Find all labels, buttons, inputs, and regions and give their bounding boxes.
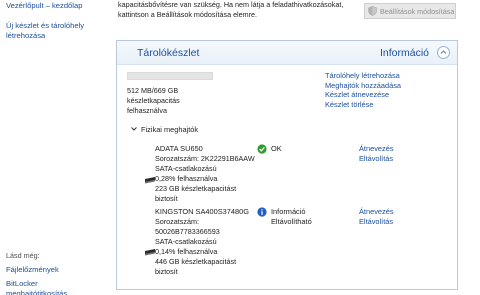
- info-icon: [257, 207, 267, 217]
- rename-pool-link[interactable]: Készlet átnevezése: [325, 90, 401, 100]
- chevron-down-icon[interactable]: [130, 125, 138, 133]
- delete-pool-link[interactable]: Készlet törlése: [325, 100, 401, 110]
- drive-icon: [145, 249, 155, 256]
- disk-actions: Átnevezés Eltávolítás: [359, 144, 394, 163]
- pool-actions: Tárolóhely létrehozása Meghajtók hozzáad…: [325, 71, 401, 109]
- change-settings-button[interactable]: Beállítások módosítása: [364, 3, 456, 19]
- add-drives-link[interactable]: Meghajtók hozzáadása: [325, 81, 401, 91]
- rename-disk-link[interactable]: Átnevezés: [359, 207, 394, 217]
- disk-used: 0,14% felhasználva: [155, 247, 218, 256]
- file-history-link[interactable]: Fájlelőzmények: [6, 265, 59, 275]
- disk-serial-line2: 50026B7783366593: [155, 227, 220, 236]
- intro-line2: kattintson a Beállítások módosítása elem…: [118, 10, 258, 19]
- disk-actions: Átnevezés Eltávolítás: [359, 207, 394, 226]
- disk-capacity-line2: biztosít: [155, 267, 178, 276]
- remove-disk-link[interactable]: Eltávolítás: [359, 217, 394, 227]
- ok-check-icon: [257, 144, 267, 154]
- disk-capacity-line1: 223 GB készletkapacitást: [155, 184, 237, 193]
- new-pool-link-line2: létrehozása: [6, 31, 46, 40]
- remove-disk-link[interactable]: Eltávolítás: [359, 154, 394, 164]
- disk-status: Információ Eltávolítható: [257, 207, 312, 227]
- disk-status-line1: Információ: [271, 207, 306, 216]
- disk-status-line1: OK: [271, 144, 282, 153]
- new-pool-link-line1: Új készlet és tárolóhely: [6, 21, 85, 30]
- pool-usage-line3: felhasználva: [127, 106, 167, 115]
- disk-kingston: KINGSTON SA400S37480G Sorozatszám: 50026…: [155, 207, 249, 277]
- disk-serial: Sorozatszám: 2K22291B6AAW: [155, 154, 255, 163]
- disk-name: KINGSTON SA400S37480G: [155, 207, 249, 216]
- collapse-button[interactable]: [437, 46, 450, 59]
- drive-icon: [145, 177, 155, 184]
- disk-status-line2: Eltávolítható: [271, 217, 312, 226]
- physical-drives-heading[interactable]: Fizikai meghajtók: [141, 125, 198, 134]
- panel-header[interactable]: Tárolókészlet Információ: [117, 41, 457, 65]
- pool-usage-text: 512 MB/669 GB készletkapacitás felhaszná…: [127, 86, 227, 116]
- disk-bus: SATA-csatlakozású: [155, 237, 217, 246]
- disk-bus: SATA-csatlakozású: [155, 164, 217, 173]
- see-also-label: Lásd még:: [6, 251, 40, 260]
- disk-adata: ADATA SU650 Sorozatszám: 2K22291B6AAW SA…: [155, 144, 255, 204]
- intro-line1: kapacitásbővítésre van szükség. Ha nem l…: [118, 0, 344, 9]
- change-settings-label: Beállítások módosítása: [380, 6, 455, 16]
- create-space-link[interactable]: Tárolóhely létrehozása: [325, 71, 401, 81]
- disk-used: 0,28% felhasználva: [155, 174, 218, 183]
- left-nav: Vezérlőpult – kezdőlap Új készlet és tár…: [0, 0, 100, 295]
- panel-title: Tárolókészlet: [137, 47, 200, 59]
- disk-capacity-line2: biztosít: [155, 194, 178, 203]
- disk-capacity-line1: 446 GB készletkapacitást: [155, 257, 237, 266]
- disk-serial-line1: Sorozatszám:: [155, 217, 199, 226]
- control-panel-home-link[interactable]: Vezérlőpult – kezdőlap: [6, 1, 82, 11]
- disk-status: OK: [257, 144, 282, 154]
- intro-text: kapacitásbővítésre van szükség. Ha nem l…: [118, 0, 358, 20]
- new-pool-link[interactable]: Új készlet és tárolóhely létrehozása: [6, 21, 84, 41]
- pool-usage-line2: készletkapacitás: [127, 96, 180, 105]
- pool-usage-bar: [127, 72, 213, 80]
- bitlocker-link[interactable]: BitLocker meghajtótitkosítás: [6, 279, 100, 295]
- chevron-up-icon: [440, 50, 447, 54]
- rename-disk-link[interactable]: Átnevezés: [359, 144, 394, 154]
- disk-name: ADATA SU650: [155, 144, 203, 153]
- pool-usage-line1: 512 MB/669 GB: [127, 86, 179, 95]
- panel-status-info: Információ: [379, 47, 429, 59]
- shield-icon: [368, 6, 377, 16]
- storage-pool-panel: Tárolókészlet Információ 512 MB/669 GB k…: [116, 40, 458, 290]
